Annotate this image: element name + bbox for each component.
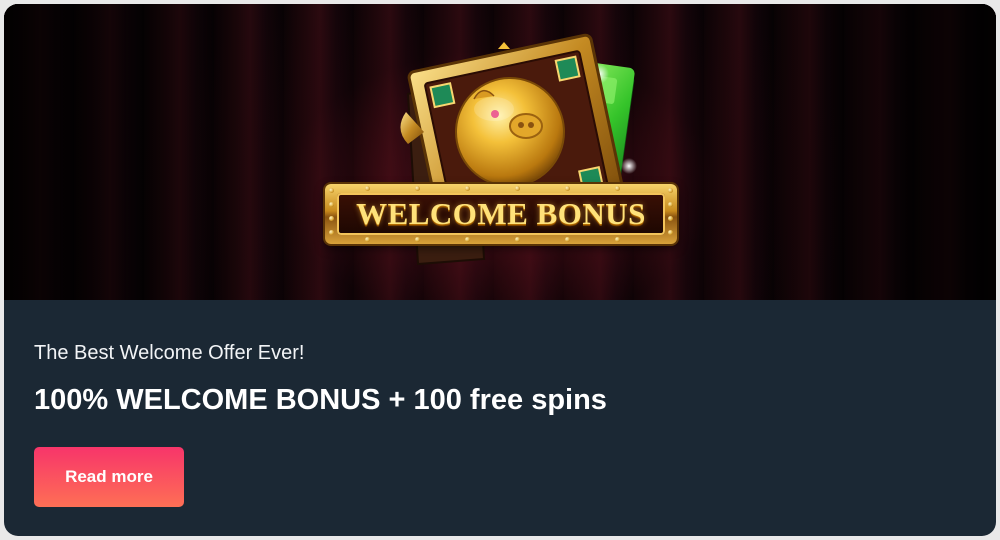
welcome-bonus-plate: WELCOME BONUS: [325, 184, 677, 244]
piggy-coin-icon: [455, 77, 565, 187]
bonus-illustration: [400, 33, 637, 266]
banner-title: WELCOME BONUS: [356, 196, 646, 231]
read-more-button[interactable]: Read more: [34, 447, 184, 507]
welcome-bonus-banner: WELCOME BONUS: [4, 4, 996, 300]
promo-card: WELCOME BONUS The Best Welcome Offer Eve…: [4, 4, 996, 536]
promo-headline: 100% WELCOME BONUS + 100 free spins: [34, 384, 607, 416]
promo-subtitle: The Best Welcome Offer Ever!: [34, 342, 305, 364]
